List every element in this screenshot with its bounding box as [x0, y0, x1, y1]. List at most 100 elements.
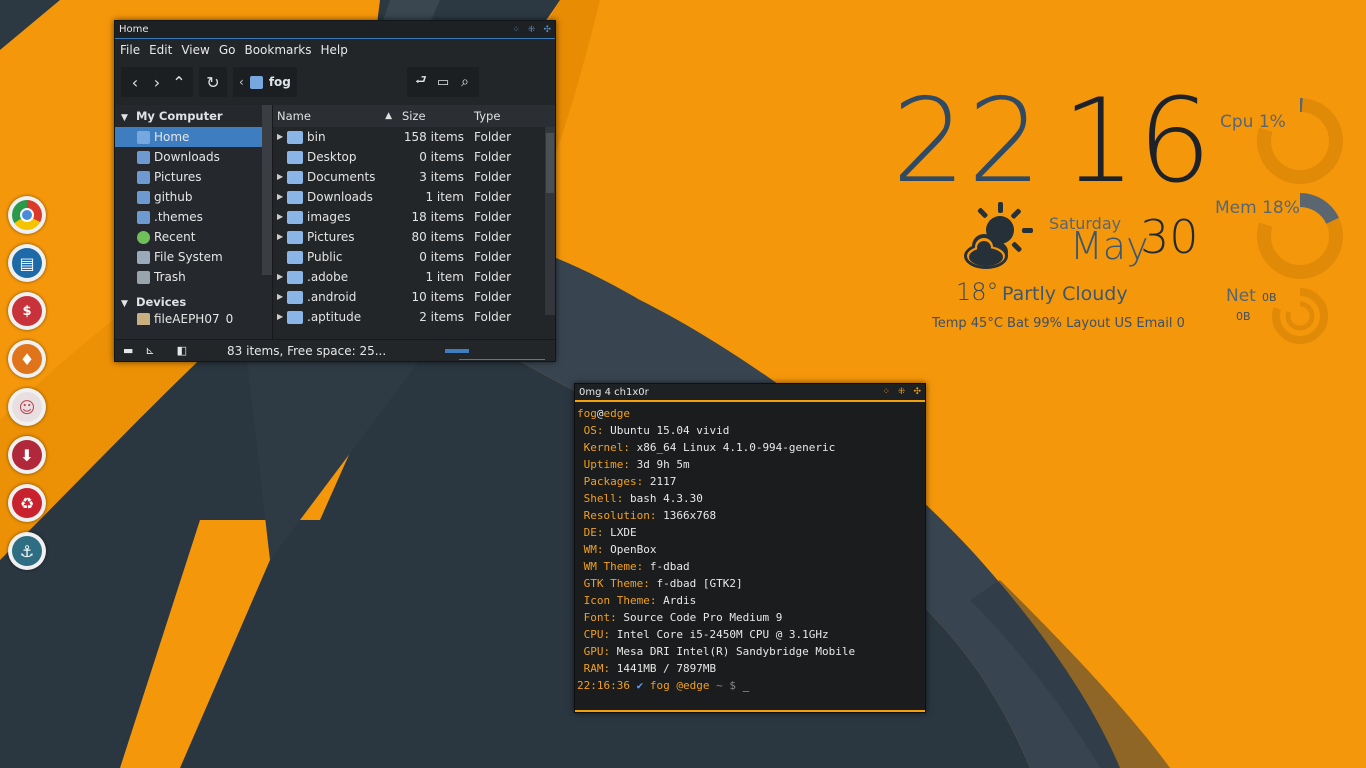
minimize-icon[interactable]: ⁘ — [512, 21, 520, 39]
sidebar-item-label: File System — [154, 250, 223, 264]
column-type[interactable]: Type — [468, 105, 528, 127]
tree-icon[interactable]: ⊾ — [145, 340, 154, 362]
recycle-icon[interactable]: ♻ — [8, 484, 46, 522]
prompt-time: 22:16:36 — [577, 679, 630, 692]
expand-icon[interactable]: ▶ — [277, 227, 283, 247]
column-name[interactable]: Name ▲ — [273, 105, 398, 127]
info-line: Packages: 2117 — [577, 473, 923, 490]
expand-icon[interactable]: ▶ — [277, 267, 283, 287]
menu-bookmarks[interactable]: Bookmarks — [244, 39, 311, 61]
sidebar-item-github[interactable]: github — [115, 187, 272, 207]
info-line: Kernel: x86_64 Linux 4.1.0-994-generic — [577, 439, 923, 456]
sort-asc-icon: ▲ — [385, 111, 392, 121]
info-value: f-dbad — [649, 560, 690, 573]
terminal-output[interactable]: fog @edge OS: Ubuntu 15.04 vivid Kernel: … — [575, 402, 925, 697]
toggle-sidebar-icon[interactable]: ◧ — [177, 340, 187, 362]
table-row[interactable]: ▶ Pictures 80 items Folder — [273, 227, 555, 247]
file-type: Folder — [474, 310, 512, 324]
cpu-ring-track — [1257, 98, 1343, 184]
menu-edit[interactable]: Edit — [149, 39, 172, 61]
anchor-icon[interactable]: ⚓ — [8, 532, 46, 570]
menu-view[interactable]: View — [181, 39, 209, 61]
expand-icon[interactable]: ▶ — [277, 187, 283, 207]
sidebar-item-filesystem[interactable]: File System — [115, 247, 272, 267]
path-bar[interactable]: ‹ fog — [233, 67, 297, 97]
table-row[interactable]: ▶ .aptitude 2 items Folder — [273, 307, 555, 327]
go-to-icon[interactable]: ⮐ — [410, 69, 432, 95]
folder-icon[interactable]: ▭ — [432, 69, 454, 95]
collapse-icon[interactable]: ▼ — [121, 299, 128, 309]
menu-go[interactable]: Go — [219, 39, 236, 61]
sidebar-scrollbar[interactable] — [262, 105, 272, 275]
info-key: CPU: — [583, 628, 611, 641]
expand-icon[interactable]: ▶ — [277, 207, 283, 227]
sidebar-item-label: Recent — [154, 230, 196, 244]
cat-icon[interactable]: ☺ — [8, 388, 46, 426]
file-name: Pictures — [307, 230, 355, 244]
weather-condition: Partly Cloudy — [1002, 283, 1128, 305]
money-icon[interactable]: $ — [8, 292, 46, 330]
table-row[interactable]: Desktop 0 items Folder — [273, 147, 555, 167]
file-size: 3 items — [419, 170, 464, 184]
collapse-icon[interactable]: ▼ — [121, 113, 128, 123]
file-size: 158 items — [403, 130, 464, 144]
sidebar-item-themes[interactable]: .themes — [115, 207, 272, 227]
files-icon[interactable]: ▤ — [8, 244, 46, 282]
terminal-host: edge — [603, 407, 631, 420]
menu-file[interactable]: File — [120, 39, 140, 61]
expand-icon[interactable]: ▶ — [277, 167, 283, 187]
folder-icon — [287, 150, 303, 164]
close-icon[interactable]: ✣ — [543, 21, 551, 39]
table-row[interactable]: ▶ bin 158 items Folder — [273, 127, 555, 147]
back-icon[interactable]: ‹ — [124, 69, 146, 95]
sidebar-item-recent[interactable]: Recent — [115, 227, 272, 247]
search-icon[interactable]: ⌕ — [454, 69, 476, 95]
download-icon[interactable]: ⬇ — [8, 436, 46, 474]
terminal-titlebar[interactable]: 0mg 4 ch1x0r ⁘ ⁜ ✣ — [575, 384, 925, 402]
close-icon[interactable]: ✣ — [913, 384, 921, 401]
maximize-icon[interactable]: ⁜ — [898, 384, 906, 401]
sidebar-item-pictures[interactable]: Pictures — [115, 167, 272, 187]
home-icon — [137, 130, 150, 144]
up-icon[interactable]: ⌃ — [168, 69, 190, 95]
maximize-icon[interactable]: ⁜ — [528, 21, 536, 39]
table-row[interactable]: ▶ Documents 3 items Folder — [273, 167, 555, 187]
forward-icon[interactable]: › — [146, 69, 168, 95]
trash-icon — [137, 270, 150, 284]
file-size: 1 item — [425, 190, 464, 204]
file-size: 2 items — [419, 310, 464, 324]
path-left-icon[interactable]: ‹ — [239, 75, 244, 89]
list-scrollbar[interactable] — [545, 127, 555, 315]
table-row[interactable]: ▶ images 18 items Folder — [273, 207, 555, 227]
expand-icon[interactable]: ▶ — [277, 307, 283, 327]
refresh-icon[interactable]: ↻ — [202, 69, 224, 95]
info-key: Shell: — [583, 492, 624, 505]
table-row[interactable]: ▶ .android 10 items Folder — [273, 287, 555, 307]
expand-icon[interactable]: ▶ — [277, 287, 283, 307]
info-line: DE: LXDE — [577, 524, 923, 541]
file-name: Desktop — [307, 150, 357, 164]
stats-line: Temp 45°C Bat 99% Layout US Email 0 — [932, 316, 1185, 331]
sidebar-item-trash[interactable]: Trash — [115, 267, 272, 287]
menu-help[interactable]: Help — [321, 39, 348, 61]
sidebar-item-downloads[interactable]: Downloads — [115, 147, 272, 167]
column-size[interactable]: Size — [398, 105, 468, 127]
table-row[interactable]: Public 0 items Folder — [273, 247, 555, 267]
expand-icon[interactable]: ▶ — [277, 127, 283, 147]
file-size: 10 items — [411, 290, 464, 304]
sidebar-item-home[interactable]: Home — [115, 127, 272, 147]
file-name: Documents — [307, 170, 376, 184]
fire-icon[interactable]: ♦ — [8, 340, 46, 378]
chrome-icon[interactable] — [8, 196, 46, 234]
new-folder-icon[interactable]: ▬ — [123, 340, 133, 362]
file-type: Folder — [474, 250, 512, 264]
table-row[interactable]: ▶ .adobe 1 item Folder — [273, 267, 555, 287]
fm-titlebar[interactable]: Home ⁘ ⁜ ✣ — [115, 21, 555, 39]
info-line: GPU: Mesa DRI Intel(R) Sandybridge Mobil… — [577, 643, 923, 660]
table-row[interactable]: ▶ Downloads 1 item Folder — [273, 187, 555, 207]
sidebar-item-device[interactable]: fileAEPH07_0 — [115, 313, 272, 325]
terminal-title: 0mg 4 ch1x0r — [579, 387, 649, 398]
scroll-thumb[interactable] — [546, 133, 554, 193]
minimize-icon[interactable]: ⁘ — [882, 384, 890, 401]
path-segment[interactable]: fog — [269, 75, 291, 89]
